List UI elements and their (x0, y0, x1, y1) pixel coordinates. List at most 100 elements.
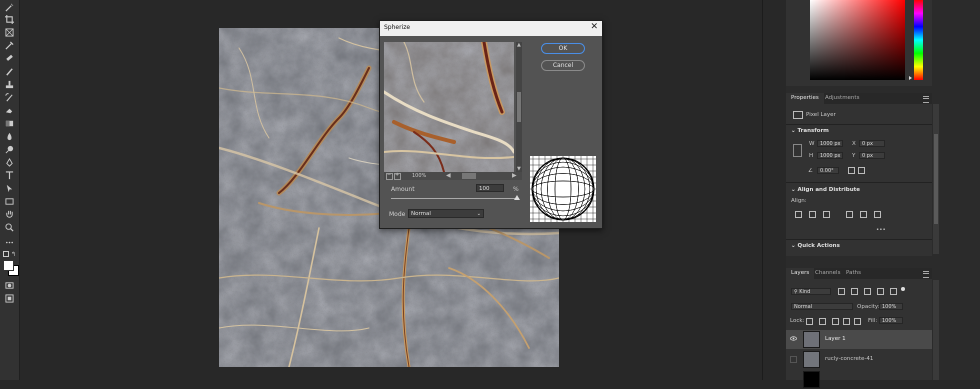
layer-filter-dropdown[interactable]: ⚲ Kind (791, 288, 831, 295)
swap-colors-icon[interactable]: ↰ (11, 251, 16, 258)
panel-menu-icon[interactable] (923, 96, 929, 103)
more-options-button[interactable]: ••• (876, 227, 886, 233)
brush-icon[interactable] (4, 66, 15, 76)
quick-actions-heading[interactable]: ⌄ Quick Actions (791, 243, 840, 249)
tab-adjustments[interactable]: Adjustments (820, 93, 864, 104)
amount-slider-track[interactable] (391, 198, 519, 199)
rectangle-icon[interactable] (4, 196, 15, 206)
amount-input[interactable]: 100 (476, 184, 504, 192)
zoom-level: 100% (412, 173, 427, 179)
width-field[interactable]: 1000 px (817, 140, 843, 147)
filter-shape-icon[interactable] (877, 288, 884, 295)
layers-scrollbar[interactable] (933, 280, 939, 380)
mode-value: Normal (411, 211, 431, 217)
layer-row-selected[interactable]: Layer 1 (786, 330, 932, 349)
magic-wand-icon[interactable] (4, 2, 15, 12)
blend-mode-dropdown[interactable]: Normal (791, 303, 853, 310)
history-brush-icon[interactable] (4, 92, 15, 102)
zoom-out-button[interactable]: − (386, 172, 393, 180)
scroll-left-arrow[interactable]: ◀ (446, 172, 451, 179)
quick-mask-icon[interactable] (4, 280, 15, 290)
amount-slider-thumb[interactable] (514, 195, 520, 200)
align-left-icon[interactable] (795, 211, 802, 218)
scroll-right-arrow[interactable]: ▶ (512, 172, 517, 179)
scroll-thumb[interactable] (462, 173, 476, 179)
healing-icon[interactable] (4, 53, 15, 63)
visibility-toggle[interactable] (790, 356, 797, 363)
lock-all-icon[interactable] (854, 318, 861, 325)
lock-position-icon[interactable] (832, 318, 839, 325)
filter-adjustment-icon[interactable] (851, 288, 858, 295)
properties-panel: Properties Adjustments Pixel Layer ⌄ Tra… (786, 93, 932, 256)
hue-slider[interactable] (914, 0, 923, 80)
preview-vertical-scrollbar[interactable]: ▲ ▼ (516, 42, 522, 172)
align-right-icon[interactable] (823, 211, 830, 218)
mode-dropdown[interactable]: Normal ⌄ (408, 209, 484, 218)
filter-preview[interactable] (384, 42, 514, 172)
amount-label: Amount (391, 186, 415, 193)
stamp-icon[interactable] (4, 79, 15, 89)
ok-button[interactable]: OK (541, 43, 585, 54)
pen-icon[interactable] (4, 157, 15, 167)
eyedropper-icon[interactable] (4, 40, 15, 50)
dialog-title: Spherize (384, 24, 411, 31)
cancel-button[interactable]: Cancel (541, 60, 585, 71)
align-label: Align: (791, 198, 807, 204)
panel-menu-icon[interactable] (923, 271, 929, 278)
gradient-icon[interactable] (4, 118, 15, 128)
align-center-h-icon[interactable] (809, 211, 816, 218)
transform-heading[interactable]: ⌄ Transform (791, 128, 829, 134)
screen-mode-icon[interactable] (4, 293, 15, 303)
mode-label: Mode (389, 211, 406, 218)
zoom-icon[interactable] (4, 222, 15, 232)
layer-type-label: Pixel Layer (806, 112, 836, 118)
default-colors-icon[interactable] (3, 251, 9, 257)
lock-transparent-icon[interactable] (806, 318, 813, 325)
preview-horizontal-scrollbar[interactable]: − + 100% ◀ ▶ (384, 172, 522, 180)
filter-pixel-icon[interactable] (838, 288, 845, 295)
zoom-in-button[interactable]: + (394, 172, 401, 180)
dialog-title-bar[interactable]: Spherize ✕ (380, 21, 602, 36)
dodge-icon[interactable] (4, 144, 15, 154)
close-icon[interactable]: ✕ (590, 22, 598, 32)
filter-toggle-icon[interactable] (901, 287, 905, 291)
lock-artboard-icon[interactable] (843, 318, 850, 325)
link-icon[interactable] (793, 144, 802, 157)
filter-smart-object-icon[interactable] (890, 288, 897, 295)
more-icon[interactable] (4, 237, 15, 247)
y-field[interactable]: 0 px (859, 152, 885, 159)
lock-pixels-icon[interactable] (819, 318, 826, 325)
angle-icon: ∠ (808, 168, 813, 174)
flip-horizontal-icon[interactable] (848, 167, 855, 174)
filter-type-icon[interactable] (864, 288, 871, 295)
eraser-icon[interactable] (4, 105, 15, 115)
color-saturation-field[interactable] (810, 0, 905, 80)
type-icon[interactable] (4, 170, 15, 180)
frame-icon[interactable] (4, 27, 15, 37)
hand-icon[interactable] (4, 209, 15, 219)
align-bottom-icon[interactable] (874, 211, 881, 218)
foreground-color-swatch[interactable] (3, 260, 14, 271)
align-heading[interactable]: ⌄ Align and Distribute (791, 187, 860, 193)
h-label: H (809, 153, 814, 159)
eye-icon[interactable] (790, 336, 797, 341)
layer-name[interactable]: Layer 1 (825, 336, 846, 342)
align-top-icon[interactable] (846, 211, 853, 218)
path-select-icon[interactable] (4, 183, 15, 193)
tab-paths[interactable]: Paths (841, 268, 866, 279)
properties-scrollbar[interactable] (933, 104, 939, 254)
layer-name[interactable]: rucly-concrete-41 (825, 356, 873, 362)
hue-slider-marker[interactable] (909, 76, 912, 80)
x-field[interactable]: 0 px (859, 140, 885, 147)
fill-field[interactable]: 100% (879, 317, 903, 324)
crop-icon[interactable] (4, 14, 15, 24)
layer-row[interactable]: rucly-concrete-41 (786, 350, 932, 369)
blur-icon[interactable] (4, 131, 15, 141)
angle-field[interactable]: 0.00° (817, 167, 839, 174)
tab-properties[interactable]: Properties (786, 93, 824, 104)
x-label: X (852, 141, 856, 147)
flip-vertical-icon[interactable] (858, 167, 865, 174)
opacity-field[interactable]: 100% (879, 303, 903, 310)
height-field[interactable]: 1000 px (817, 152, 843, 159)
align-middle-icon[interactable] (860, 211, 867, 218)
